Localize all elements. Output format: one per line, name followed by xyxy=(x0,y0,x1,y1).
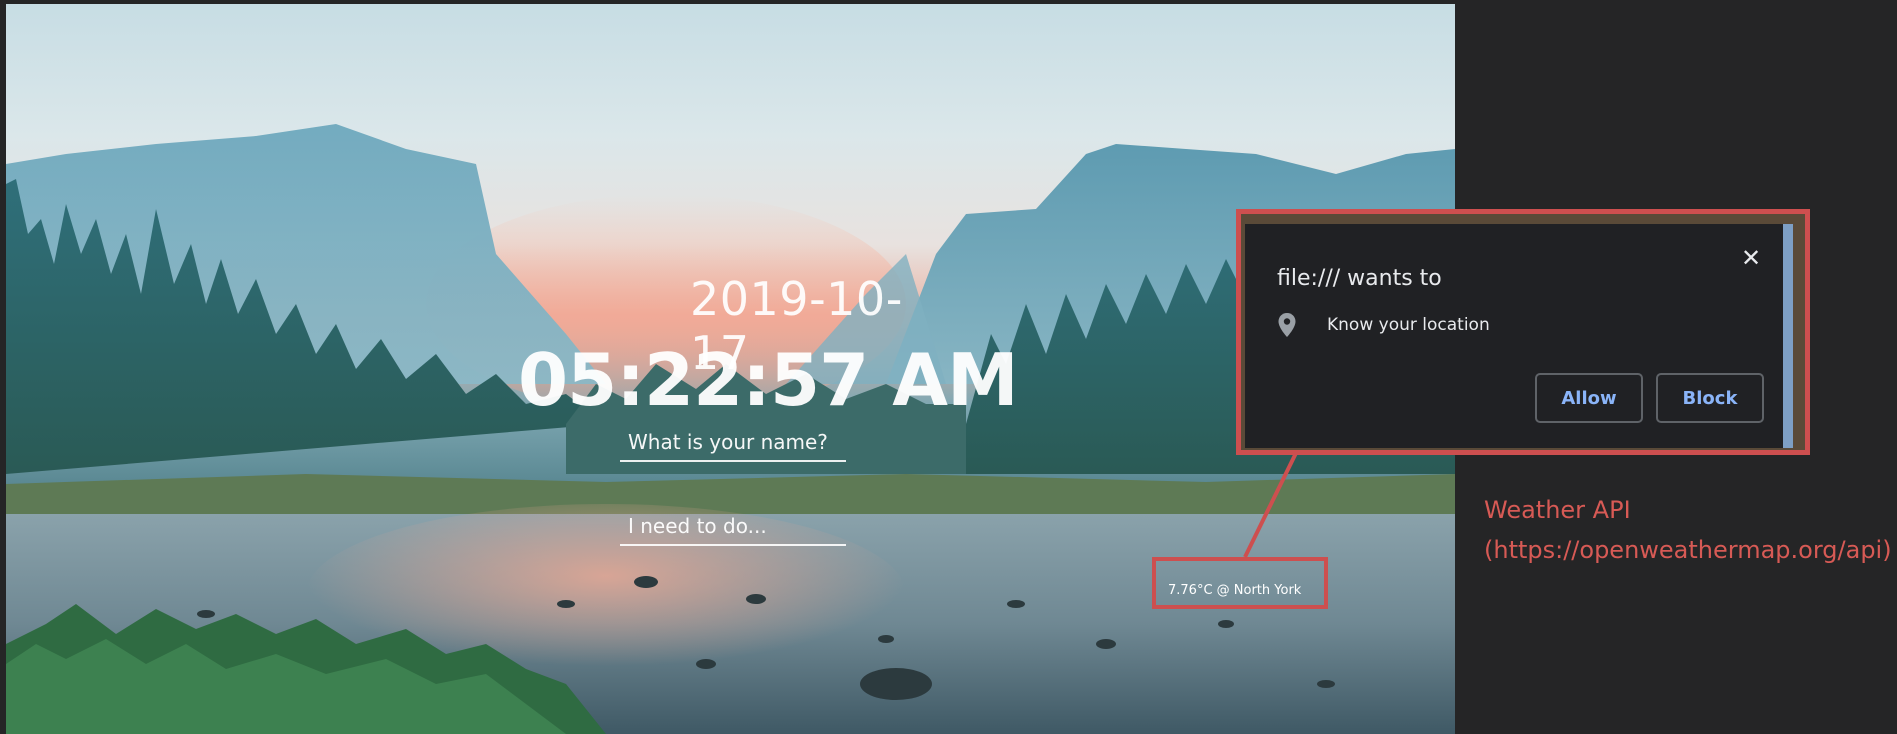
weather-text: 7.76°C @ North York xyxy=(1168,583,1302,598)
popup-title: file:/// wants to xyxy=(1277,266,1442,291)
weather-api-annotation: Weather API (https://openweathermap.org/… xyxy=(1484,490,1892,570)
permission-row: Know your location xyxy=(1277,312,1490,338)
close-icon[interactable]: ✕ xyxy=(1739,246,1763,270)
todo-input[interactable]: I need to do... xyxy=(620,514,846,546)
annotation-line2: (https://openweathermap.org/api) xyxy=(1484,536,1892,564)
allow-button[interactable]: Allow xyxy=(1535,373,1643,423)
time-display: 05:22:57 AM xyxy=(518,338,1019,422)
annotation-line1: Weather API xyxy=(1484,496,1631,524)
block-button[interactable]: Block xyxy=(1656,373,1764,423)
stage: 2019-10-17 05:22:57 AM What is your name… xyxy=(0,0,1897,734)
permission-text: Know your location xyxy=(1327,315,1490,335)
location-pin-icon xyxy=(1278,313,1296,337)
location-permission-popup: file:/// wants to ✕ Know your location A… xyxy=(1245,224,1793,448)
name-input[interactable]: What is your name? xyxy=(620,430,846,462)
